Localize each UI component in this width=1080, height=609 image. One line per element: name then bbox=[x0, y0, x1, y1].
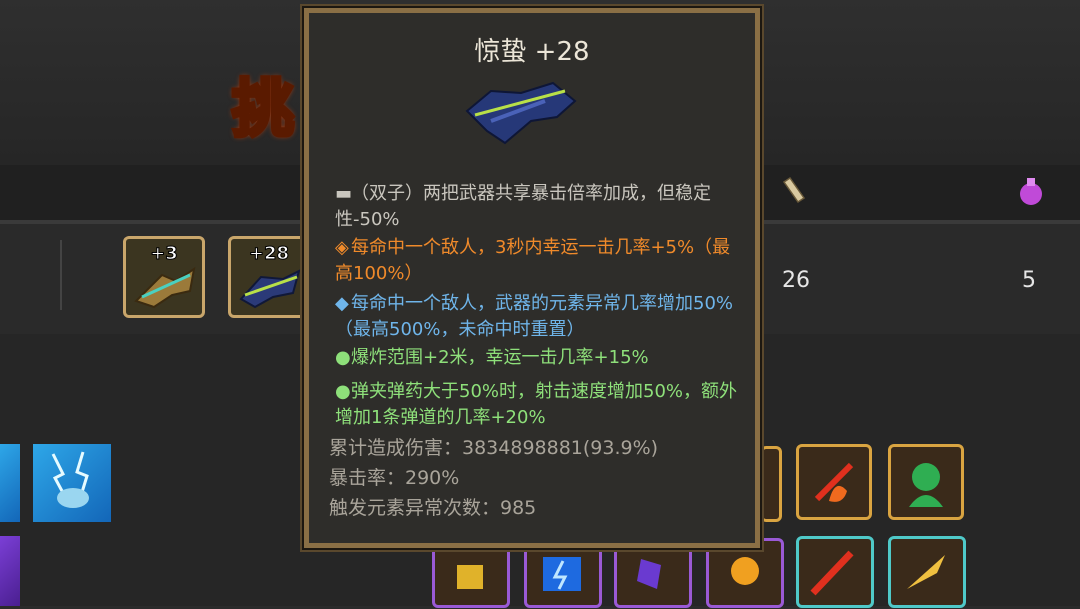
blade-icon bbox=[810, 550, 854, 596]
tooltip-line: ◆ 每命中一个敌人，武器的元素异常几率增加50%（最高500%，未命中时重置） bbox=[335, 291, 745, 343]
scroll-icon bbox=[782, 176, 806, 204]
crit-rate: 暴击率：290% bbox=[329, 467, 460, 489]
skill-card-arrow[interactable] bbox=[888, 536, 966, 608]
stat-value: 26 bbox=[782, 268, 810, 293]
divider bbox=[60, 240, 62, 310]
arrow-icon bbox=[907, 555, 945, 589]
stat-value: 5 bbox=[1022, 268, 1036, 293]
skill-card-blade[interactable] bbox=[796, 536, 874, 608]
bag-icon bbox=[457, 565, 483, 589]
crossbow-icon bbox=[239, 269, 301, 309]
line-text: 每命中一个敌人，3秒内幸运一击几率+5%（最高100%） bbox=[335, 237, 731, 284]
ghost-icon bbox=[909, 463, 943, 507]
fire-icon bbox=[814, 462, 854, 502]
skill-card-lightning[interactable] bbox=[33, 444, 111, 522]
skill-card-poison[interactable] bbox=[888, 444, 964, 520]
line-bullet: ● bbox=[335, 381, 351, 402]
skill-card-partial[interactable] bbox=[0, 536, 20, 606]
skill-card-partial[interactable] bbox=[760, 446, 782, 522]
weapon-slot-1[interactable]: +3 bbox=[123, 236, 205, 318]
crossbow-icon bbox=[134, 266, 196, 309]
weapon-slot-2[interactable]: +28 bbox=[228, 236, 310, 318]
skill-card-fire[interactable] bbox=[796, 444, 872, 520]
lightning-icon bbox=[51, 451, 89, 508]
weapon-tooltip: 惊蛰 +28 ▬（双子）两把武器共享暴击倍率加成，但稳定性-50% ◈ 每命中一个… bbox=[302, 6, 762, 550]
tooltip-title: 惊蛰 +28 bbox=[474, 37, 590, 67]
line-text: （双子）两把武器共享暴击倍率加成，但稳定性-50% bbox=[335, 183, 711, 230]
line-text: 爆炸范围+2米，幸运一击几率+15% bbox=[351, 347, 649, 368]
skill-card-burst[interactable] bbox=[706, 538, 784, 608]
tooltip-line: ●爆炸范围+2米，幸运一击几率+15% bbox=[335, 345, 745, 371]
tooltip-line: ●弹夹弹药大于50%时，射击速度增加50%，额外增加1条弹道的几率+20% bbox=[335, 379, 745, 431]
elemental-trigger-count: 触发元素异常次数：985 bbox=[329, 497, 537, 519]
burst-icon bbox=[731, 557, 759, 585]
tooltip-line: ▬（双子）两把武器共享暴击倍率加成，但稳定性-50% bbox=[335, 181, 745, 233]
skill-card-bag[interactable] bbox=[432, 538, 510, 608]
total-damage: 累计造成伤害：3834898881(93.9%) bbox=[329, 437, 659, 459]
crossbow-icon bbox=[465, 81, 577, 145]
line-bullet: ▬ bbox=[335, 183, 353, 204]
line-text: 弹夹弹药大于50%时，射击速度增加50%，额外增加1条弹道的几率+20% bbox=[335, 381, 738, 428]
line-bullet: ◈ bbox=[335, 237, 349, 258]
skill-card-bolt[interactable] bbox=[524, 538, 602, 608]
skill-card-crystal[interactable] bbox=[614, 538, 692, 608]
potion-icon bbox=[1020, 178, 1042, 205]
crystal-icon bbox=[637, 559, 661, 589]
skill-card-partial[interactable] bbox=[0, 444, 20, 522]
bolt-icon bbox=[543, 557, 581, 591]
line-bullet: ● bbox=[335, 347, 351, 368]
tooltip-line: ◈ 每命中一个敌人，3秒内幸运一击几率+5%（最高100%） bbox=[335, 235, 745, 287]
line-bullet: ◆ bbox=[335, 293, 349, 314]
line-text: 每命中一个敌人，武器的元素异常几率增加50%（最高500%，未命中时重置） bbox=[335, 293, 734, 340]
page-title: 挑 bbox=[230, 70, 296, 147]
